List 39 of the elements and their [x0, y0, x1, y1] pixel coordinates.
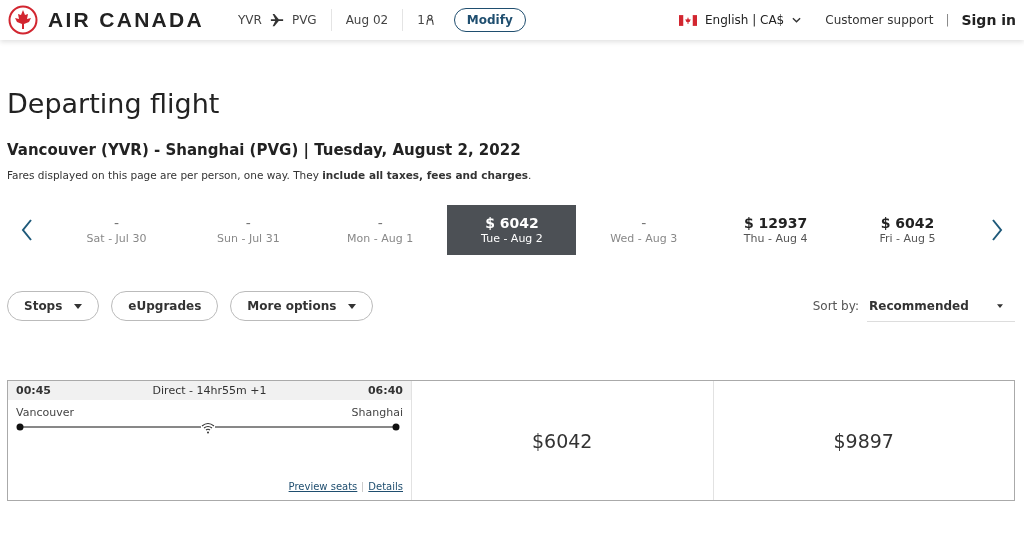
sign-in-button[interactable]: Sign in — [961, 12, 1016, 28]
route-heading: Vancouver (YVR) - Shanghai (PVG) | Tuesday, August 2, 2022 — [7, 141, 522, 159]
plane-icon — [269, 13, 284, 27]
fare-price-button[interactable]: $6042 — [411, 381, 713, 500]
departure-time: 00:45 — [16, 384, 51, 397]
caret-icon — [74, 303, 83, 309]
date-tab[interactable]: - Sat - Jul 30 — [52, 205, 181, 255]
canada-flag-icon — [679, 14, 697, 26]
fare-price-button[interactable]: $9897 — [712, 381, 1014, 500]
date-tab[interactable]: - Wed - Aug 3 — [579, 205, 709, 255]
origin-city: Vancouver — [16, 406, 74, 419]
origin-code: YVR — [238, 13, 262, 27]
passenger-count: 1 — [417, 13, 425, 27]
page-title: Departing flight — [7, 88, 221, 119]
date-tab[interactable]: $ 6042 Fri - Aug 5 — [842, 205, 972, 255]
date-tab[interactable]: - Mon - Aug 1 — [315, 205, 445, 255]
sort-dropdown[interactable]: Recommended — [867, 290, 1015, 322]
chevron-down-icon — [792, 17, 802, 23]
destination-code: PVG — [291, 13, 317, 27]
preview-seats-link[interactable]: Preview seats — [288, 481, 358, 492]
language-selector[interactable]: English | CA$ — [705, 13, 802, 27]
brand-name: AIR CANADA — [48, 8, 204, 32]
fare-note: Fares displayed on this page are per person, one way. They include all taxes, fees and charges. — [7, 169, 533, 181]
arrival-time: 06:40 — [367, 384, 403, 397]
caret-icon — [997, 303, 1003, 308]
customer-support-link[interactable]: Customer support — [825, 13, 934, 27]
trip-date: Aug 02 — [345, 13, 389, 27]
date-tab[interactable]: - Sun - Jul 31 — [183, 205, 313, 255]
maple-leaf-logo-icon — [8, 5, 38, 35]
sort-label: Sort by: — [812, 299, 859, 313]
date-tab[interactable]: $ 12937 Thu - Aug 4 — [711, 205, 841, 255]
destination-city: Shanghai — [351, 406, 403, 419]
flight-duration: Direct - 14hr55m +1 — [152, 384, 267, 397]
separator: | — [945, 13, 950, 27]
caret-icon — [348, 303, 357, 309]
wifi-icon — [201, 422, 215, 434]
date-tab[interactable]: $ 6042 Tue - Aug 2 — [447, 205, 577, 255]
person-icon — [425, 14, 434, 26]
details-link[interactable]: Details — [368, 481, 403, 492]
